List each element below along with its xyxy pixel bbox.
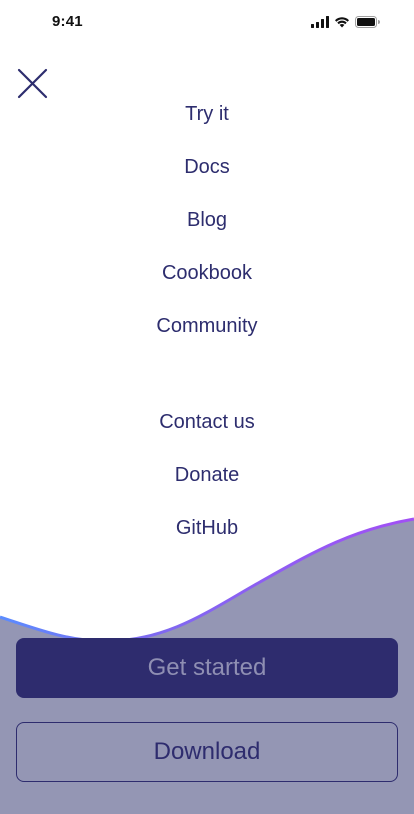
menu-item-cookbook[interactable]: Cookbook: [0, 260, 414, 286]
get-started-button[interactable]: Get started: [16, 638, 398, 698]
menu-item-try-it[interactable]: Try it: [0, 101, 414, 127]
menu-item-blog[interactable]: Blog: [0, 207, 414, 233]
status-icons: [311, 14, 380, 30]
menu-item-community[interactable]: Community: [0, 313, 414, 339]
close-icon: [17, 68, 48, 99]
menu-item-docs[interactable]: Docs: [0, 154, 414, 180]
download-button[interactable]: Download: [16, 722, 398, 782]
battery-icon: [355, 16, 380, 28]
get-started-label: Get started: [147, 654, 267, 681]
mobile-menu-screen: 9:41 Try it Docs Blog Cookbook Community…: [0, 0, 414, 814]
download-label: Download: [153, 738, 261, 765]
cellular-signal-icon: [311, 16, 329, 28]
menu-item-github[interactable]: GitHub: [0, 515, 414, 541]
menu-item-donate[interactable]: Donate: [0, 462, 414, 488]
wifi-icon: [334, 16, 350, 28]
menu-item-contact-us[interactable]: Contact us: [0, 409, 414, 435]
close-button[interactable]: [14, 64, 52, 102]
status-bar: 9:41: [0, 0, 414, 44]
status-time: 9:41: [52, 13, 83, 30]
